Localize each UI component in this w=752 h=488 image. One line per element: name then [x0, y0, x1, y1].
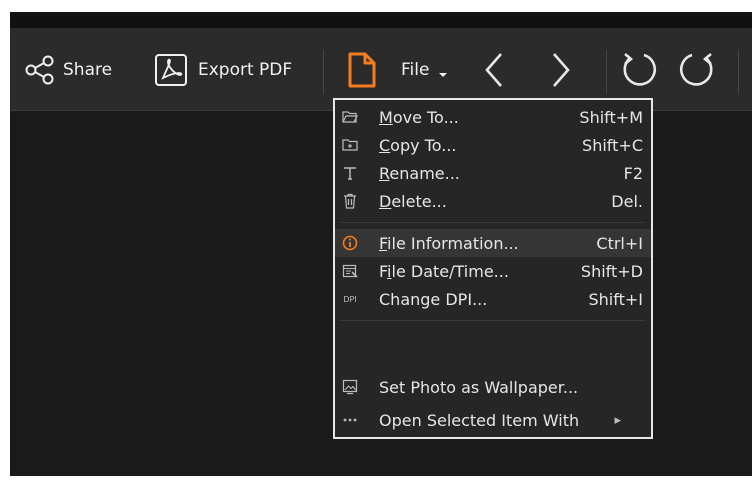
next-button[interactable] [546, 52, 574, 92]
share-icon [24, 54, 56, 86]
menu-item-file-date-time[interactable]: File Date/Time... Shift+D [335, 257, 651, 285]
share-button[interactable]: Share [24, 54, 112, 86]
folder-open-icon [342, 109, 358, 125]
accelerator-key: M [379, 107, 393, 127]
dpi-icon: DPI [343, 294, 357, 304]
accelerator-key: R [379, 163, 390, 183]
menu-item-set-wallpaper[interactable]: Set Photo as Wallpaper... [335, 373, 651, 401]
rotate-left-button[interactable] [618, 50, 662, 94]
date-time-icon [342, 263, 358, 279]
rotate-right-icon [674, 48, 718, 96]
export-pdf-label: Export PDF [198, 60, 293, 80]
shortcut-text: Del. [611, 191, 643, 211]
rotate-left-icon [618, 48, 662, 96]
file-menu-button[interactable]: File [347, 50, 448, 90]
export-pdf-icon [154, 53, 188, 87]
file-dropdown-menu: Move To... Shift+M Copy To... Shift+C Re… [333, 98, 653, 439]
previous-button[interactable] [481, 52, 509, 92]
menu-item-open-with[interactable]: Open Selected Item With ▸ [335, 406, 651, 434]
rename-text-icon [342, 165, 358, 181]
menu-separator [341, 320, 645, 321]
forward-arrow-icon [546, 50, 574, 94]
info-icon [342, 235, 358, 251]
shortcut-text: F2 [623, 163, 643, 183]
chevron-down-icon [438, 65, 448, 77]
toolbar-divider [606, 50, 607, 94]
export-pdf-button[interactable]: Export PDF [154, 52, 292, 88]
toolbar-divider [738, 50, 739, 94]
title-strip [10, 12, 752, 28]
menu-item-move-to[interactable]: Move To... Shift+M [335, 103, 651, 131]
menu-item-change-dpi[interactable]: DPI Change DPI... Shift+I [335, 285, 651, 313]
shortcut-text: Shift+M [579, 107, 643, 127]
app-window: Share Export PDF File Move To... Shift+M… [10, 12, 752, 476]
copy-folder-icon [342, 137, 358, 153]
accelerator-key: C [379, 135, 391, 155]
submenu-arrow-icon: ▸ [614, 412, 621, 428]
accelerator-key: F [379, 233, 388, 253]
menu-item-rename[interactable]: Rename... F2 [335, 159, 651, 187]
back-arrow-icon [481, 50, 509, 94]
menu-separator [341, 222, 645, 223]
file-icon [347, 51, 377, 89]
menu-item-delete[interactable]: Delete... Del. [335, 187, 651, 215]
file-label: File [401, 60, 430, 80]
share-label: Share [63, 60, 113, 80]
menu-item-copy-to[interactable]: Copy To... Shift+C [335, 131, 651, 159]
shortcut-text: Shift+I [588, 289, 644, 309]
more-dots-icon [342, 412, 358, 428]
wallpaper-icon [342, 379, 358, 395]
accelerator-key: D [379, 191, 392, 211]
shortcut-text: Ctrl+I [596, 233, 643, 253]
rotate-right-button[interactable] [674, 50, 718, 94]
menu-item-file-information[interactable]: File Information... Ctrl+I [335, 229, 651, 257]
toolbar-divider [323, 50, 324, 94]
shortcut-text: Shift+D [580, 261, 643, 281]
shortcut-text: Shift+C [582, 135, 643, 155]
trash-icon [342, 193, 358, 209]
